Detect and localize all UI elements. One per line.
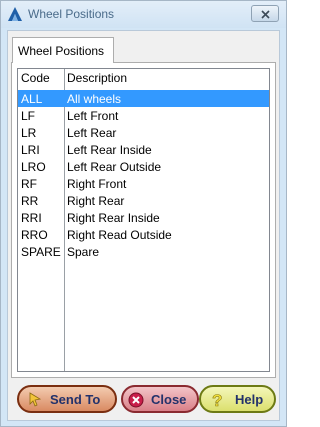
- list-item[interactable]: LRO Left Rear Outside: [18, 158, 269, 175]
- help-label: Help: [235, 392, 264, 407]
- list-item-code: LF: [21, 109, 36, 123]
- wheel-positions-list[interactable]: Code Description ALL All wheels LF Left Fro…: [17, 68, 270, 372]
- close-x-icon: [127, 391, 145, 412]
- list-item-code: RRI: [21, 211, 42, 225]
- list-item-code: LR: [21, 126, 37, 140]
- list-item-code: SPARE: [21, 245, 61, 259]
- list-item-code: ALL: [21, 92, 43, 106]
- wheel-positions-window: Wheel Positions Wheel Positions Code Des…: [0, 0, 287, 427]
- list-item[interactable]: RR Right Rear: [18, 192, 269, 209]
- window-close-button[interactable]: [251, 5, 279, 22]
- list-item[interactable]: RRI Right Rear Inside: [18, 209, 269, 226]
- column-header-description[interactable]: Description: [67, 71, 127, 85]
- list-item-code: LRO: [21, 160, 46, 174]
- list-item-description: Left Rear Inside: [67, 143, 152, 157]
- list-item-code: RR: [21, 194, 39, 208]
- window-title: Wheel Positions: [28, 7, 115, 21]
- help-question-icon: ?: [209, 391, 225, 412]
- list-item-code: RF: [21, 177, 37, 191]
- list-item-description: Right Read Outside: [67, 228, 172, 242]
- list-item-code: LRI: [21, 143, 40, 157]
- send-to-button[interactable]: Send To: [17, 385, 117, 413]
- column-header-code[interactable]: Code: [21, 71, 50, 85]
- list-item[interactable]: LR Left Rear: [18, 124, 269, 141]
- tab-label: Wheel Positions: [18, 44, 105, 58]
- tab-panel: Code Description ALL All wheels LF Left Fro…: [11, 62, 276, 378]
- tab-wheel-positions[interactable]: Wheel Positions: [12, 37, 114, 63]
- help-button[interactable]: ? Help: [199, 385, 276, 413]
- list-header: Code Description: [18, 69, 269, 86]
- list-item[interactable]: LRI Left Rear Inside: [18, 141, 269, 158]
- list-item-description: Spare: [67, 245, 100, 259]
- list-item-description: Left Rear Outside: [67, 160, 162, 174]
- close-icon: [261, 10, 270, 19]
- list-item-description: Left Front: [67, 109, 119, 123]
- app-logo-icon: [7, 6, 23, 22]
- list-item-description: All wheels: [67, 92, 122, 106]
- send-to-label: Send To: [50, 392, 101, 407]
- send-arrow-icon: [27, 391, 43, 410]
- close-button[interactable]: Close: [121, 385, 199, 413]
- list-item-description: Right Rear Inside: [67, 211, 160, 225]
- client-area: Wheel Positions Code Description ALL All …: [7, 30, 280, 421]
- list-item[interactable]: LF Left Front: [18, 107, 269, 124]
- list-item[interactable]: SPARE Spare: [18, 243, 269, 260]
- close-label: Close: [151, 392, 187, 407]
- list-item[interactable]: ALL All wheels: [18, 90, 269, 107]
- list-item[interactable]: RRO Right Read Outside: [18, 226, 269, 243]
- list-item-description: Left Rear: [67, 126, 117, 140]
- list-item-description: Right Front: [67, 177, 127, 191]
- list-item-code: RRO: [21, 228, 48, 242]
- list-item[interactable]: RF Right Front: [18, 175, 269, 192]
- list-item-description: Right Rear: [67, 194, 125, 208]
- title-bar[interactable]: Wheel Positions: [1, 1, 286, 28]
- svg-text:?: ?: [212, 391, 222, 409]
